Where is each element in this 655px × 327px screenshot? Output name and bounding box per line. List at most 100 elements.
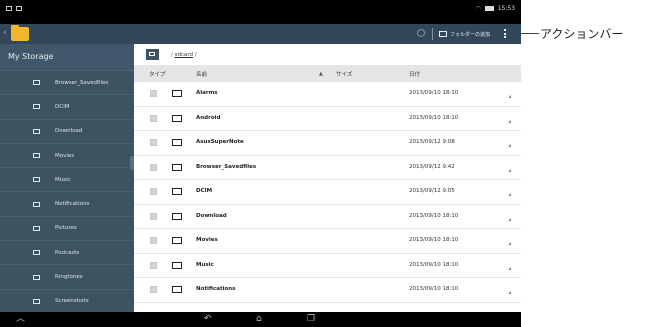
- back-icon[interactable]: ↶: [204, 314, 212, 325]
- file-date: 2013/09/10 18:10: [409, 286, 459, 292]
- sidebar-item-label: Movies: [55, 152, 75, 159]
- row-corner-icon: [508, 217, 511, 221]
- path-link-sdcard[interactable]: sdcard: [175, 52, 193, 58]
- add-folder-label: フォルダーの追加: [450, 31, 491, 38]
- search-icon[interactable]: [417, 29, 425, 37]
- sidebar: My Storage Browser_Savedfiles DCIM Downloa…: [0, 44, 136, 313]
- action-bar: ‹ フォルダーの追加: [0, 24, 521, 44]
- sidebar-item-label: Music: [55, 176, 71, 183]
- sidebar-item[interactable]: Podcasts: [0, 240, 134, 264]
- file-name: AsusSuperNote: [196, 139, 244, 145]
- folder-icon: [172, 261, 182, 269]
- row-checkbox[interactable]: [150, 212, 157, 220]
- folder-icon: [0, 250, 55, 256]
- breadcrumb: / sdcard /: [134, 44, 521, 65]
- row-corner-icon: [508, 242, 511, 245]
- table-row[interactable]: Movies 2013/09/10 18:10: [134, 229, 521, 254]
- row-checkbox[interactable]: [150, 163, 157, 171]
- row-checkbox[interactable]: [150, 286, 157, 293]
- table-row[interactable]: Download 2013/09/10 18:10: [134, 205, 521, 229]
- path-separator: /: [171, 51, 173, 58]
- overflow-menu-icon[interactable]: [502, 29, 508, 40]
- sidebar-item[interactable]: Browser_Savedfiles: [0, 70, 134, 94]
- row-corner-icon: [508, 95, 511, 98]
- row-corner-icon: [508, 291, 511, 294]
- sidebar-item[interactable]: Notifications: [0, 191, 134, 215]
- sidebar-list: Browser_Savedfiles DCIM Download Movies Musi…: [0, 70, 134, 313]
- image-notification-icon: [16, 6, 22, 11]
- folder-icon: [0, 274, 55, 280]
- file-date: 2013/09/10 18:10: [409, 90, 459, 96]
- folder-icon: [172, 114, 182, 122]
- column-name[interactable]: 名前: [196, 70, 207, 78]
- row-checkbox[interactable]: [150, 188, 157, 195]
- up-folder-button[interactable]: [146, 49, 159, 60]
- table-row[interactable]: Android 2013/09/10 18:10: [134, 107, 521, 131]
- table-row[interactable]: AsusSuperNote 2013/09/12 9:08: [134, 131, 521, 156]
- status-bar: ◠ 15:53: [0, 0, 521, 24]
- file-list-pane: / sdcard / タイプ 名前 ▲ サイズ 日付 Alarms 2013/09…: [134, 44, 521, 312]
- table-row[interactable]: Browser_Savedfiles 2013/09/12 9:42: [134, 156, 521, 180]
- file-date: 2013/09/12 9:08: [409, 139, 455, 145]
- file-name: Movies: [196, 237, 218, 243]
- callout-label: アクションバー: [540, 27, 624, 41]
- file-date: 2013/09/10 18:10: [409, 261, 459, 268]
- sidebar-item-label: Download: [55, 128, 83, 135]
- row-checkbox[interactable]: [150, 90, 157, 97]
- table-row[interactable]: Notifications 2013/09/10 18:10: [134, 278, 521, 303]
- row-checkbox[interactable]: [150, 114, 157, 122]
- file-date: 2013/09/10 18:10: [409, 114, 459, 121]
- asus-menu-icon[interactable]: ︿: [16, 314, 25, 325]
- table-header: タイプ 名前 ▲ サイズ 日付: [134, 65, 521, 82]
- folder-icon: [0, 298, 55, 304]
- screenshot-icon: [6, 6, 12, 11]
- folder-icon: [172, 139, 182, 146]
- sidebar-item[interactable]: Movies: [0, 142, 134, 167]
- home-icon[interactable]: ⌂: [256, 314, 262, 325]
- file-date: 2013/09/12 9:05: [409, 188, 455, 194]
- row-corner-icon: [508, 168, 511, 172]
- sidebar-item-label: Screenshots: [55, 298, 89, 305]
- battery-icon: [484, 6, 494, 11]
- sidebar-item[interactable]: Screenshots: [0, 288, 134, 313]
- file-name: Download: [196, 212, 227, 219]
- file-date: 2013/09/10 18:10: [409, 237, 459, 243]
- row-checkbox[interactable]: [150, 261, 157, 269]
- column-date[interactable]: 日付: [409, 70, 420, 78]
- row-corner-icon: [508, 266, 511, 270]
- new-folder-icon: [439, 31, 447, 37]
- callout-line: [521, 33, 539, 34]
- file-date: 2013/09/10 18:10: [409, 212, 459, 219]
- folder-icon: [172, 188, 182, 195]
- folder-icon: [0, 153, 55, 159]
- folder-icon: [172, 237, 182, 244]
- row-corner-icon: [508, 119, 511, 123]
- sidebar-item[interactable]: Pictures: [0, 215, 134, 240]
- table-row[interactable]: Music 2013/09/10 18:10: [134, 254, 521, 278]
- back-chevron-icon[interactable]: ‹: [3, 28, 7, 38]
- file-date: 2013/09/12 9:42: [409, 163, 455, 170]
- folder-icon: [172, 163, 182, 171]
- add-folder-button[interactable]: フォルダーの追加: [439, 28, 490, 40]
- sidebar-item[interactable]: Ringtones: [0, 264, 134, 288]
- file-manager-app-icon[interactable]: [11, 25, 29, 41]
- row-checkbox[interactable]: [150, 139, 157, 146]
- recent-apps-icon[interactable]: ❐: [307, 314, 315, 325]
- table-row[interactable]: Alarms 2013/09/10 18:10: [134, 82, 521, 107]
- sidebar-item-label: Pictures: [55, 225, 77, 232]
- row-corner-icon: [508, 193, 511, 196]
- sidebar-item[interactable]: Download: [0, 118, 134, 143]
- sidebar-title: My Storage: [0, 44, 134, 70]
- sidebar-item-label: Podcasts: [55, 249, 80, 256]
- table-row[interactable]: DCIM 2013/09/12 9:05: [134, 180, 521, 205]
- file-name: Browser_Savedfiles: [196, 163, 257, 170]
- folder-icon: [172, 286, 182, 293]
- sidebar-item[interactable]: Music: [0, 167, 134, 191]
- folder-icon: [0, 201, 55, 207]
- wifi-icon: ◠: [475, 5, 481, 12]
- row-checkbox[interactable]: [150, 237, 157, 244]
- column-type[interactable]: タイプ: [149, 70, 166, 78]
- file-name: DCIM: [196, 188, 213, 194]
- column-size[interactable]: サイズ: [336, 70, 352, 78]
- sidebar-item[interactable]: DCIM: [0, 94, 134, 118]
